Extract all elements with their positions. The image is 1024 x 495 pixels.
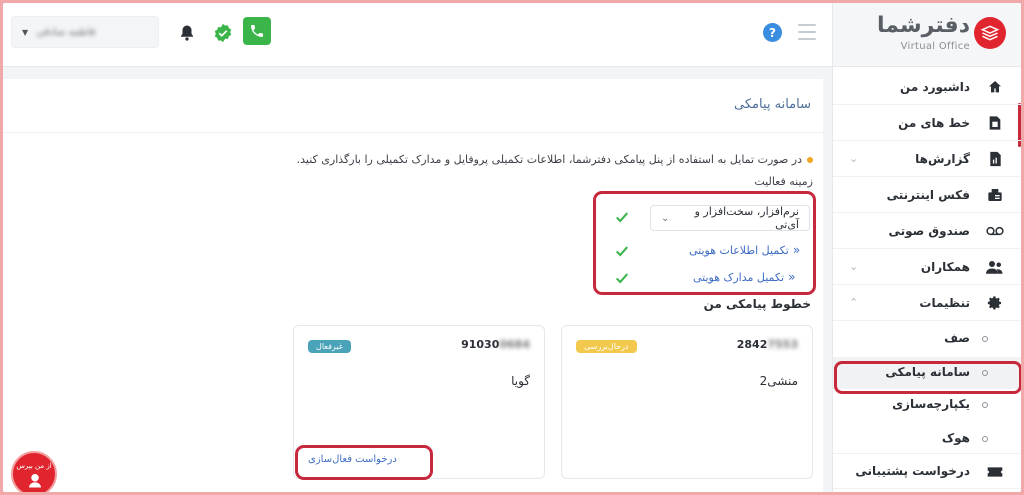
sidebar-item-label: گزارش‌ها <box>915 151 970 166</box>
help-button[interactable]: ? <box>763 23 782 42</box>
line-name: منشی2 <box>759 374 798 388</box>
user-name: فاطمه صادقی <box>36 26 96 38</box>
sidebar-item-settings[interactable]: تنظیمات ⌃ <box>833 285 1021 321</box>
caret-down-icon: ▼ <box>22 27 29 37</box>
sidebar-item-my-lines[interactable]: خط های من <box>833 105 1021 141</box>
sidebar-subitem-hook[interactable]: هوک <box>833 423 1021 455</box>
sidebar-item-reports[interactable]: گزارش‌ها ⌄ <box>833 141 1021 177</box>
sidebar-subitem-label: صف <box>944 331 970 345</box>
sidebar-item-dashboard[interactable]: داشبورد من <box>833 69 1021 105</box>
chevron-down-icon: ⌄ <box>849 152 859 165</box>
sidebar-item-support-request[interactable]: درخواست پشتیبانی <box>833 453 1021 489</box>
sim-card-icon <box>986 114 1004 132</box>
user-dropdown[interactable]: ▼ فاطمه صادقی <box>11 16 159 48</box>
logo-subtitle: Virtual Office <box>900 41 970 52</box>
warning-dot-icon <box>807 156 813 163</box>
logo-title: دفترشما <box>876 13 970 38</box>
page-title: سامانه پیامکی <box>734 97 811 112</box>
question-icon: ? <box>769 25 776 40</box>
status-badge: غیرفعال <box>308 340 351 353</box>
voicemail-icon <box>986 222 1004 240</box>
logo-area[interactable]: دفترشما Virtual Office <box>833 3 1021 67</box>
sidebar-subitem-label: یکپارچه‌سازی <box>892 397 970 411</box>
report-icon <box>986 150 1004 168</box>
line-number: 910300684 <box>461 338 530 351</box>
sidebar-item-label: درخواست پشتیبانی <box>855 464 970 478</box>
support-chat-button[interactable]: از من بپرس <box>11 451 57 492</box>
users-icon <box>986 258 1004 276</box>
sidebar-item-label: همکاران <box>920 259 970 274</box>
bullet-icon <box>982 436 988 442</box>
app-window: ▼ فاطمه صادقی ? دفترشما Virtual Office د… <box>3 3 1021 492</box>
activity-field-label: زمینه فعالیت <box>754 175 813 188</box>
sidebar-item-label: داشبورد من <box>900 79 970 94</box>
sms-line-card[interactable]: 28427553 درحال‌بررسی منشی2 <box>561 325 813 479</box>
home-icon <box>986 78 1004 96</box>
sidebar-item-label: فکس اینترنتی <box>886 187 970 202</box>
sms-lines-title: خطوط پیامکی من <box>703 297 811 311</box>
line-number: 28427553 <box>736 338 798 351</box>
sidebar-item-label: خط های من <box>898 115 970 130</box>
bell-icon[interactable] <box>178 23 196 43</box>
chevron-down-icon: ⌄ <box>849 260 859 273</box>
support-label: از من بپرس <box>16 462 52 470</box>
call-button[interactable] <box>243 17 271 45</box>
sidebar-item-fax[interactable]: فکس اینترنتی <box>833 177 1021 213</box>
hamburger-bar <box>798 38 816 40</box>
info-notice: در صورت تمایل به استفاده از پنل پیامکی د… <box>297 153 813 166</box>
highlight-frame <box>593 191 816 295</box>
sidebar-item-colleagues[interactable]: همکاران ⌄ <box>833 249 1021 285</box>
sidebar-item-label: تنظیمات <box>919 295 970 310</box>
menu-toggle-button[interactable] <box>798 24 816 40</box>
info-text: در صورت تمایل به استفاده از پنل پیامکی د… <box>296 153 802 166</box>
sidebar-item-voicemail[interactable]: صندوق صوتی <box>833 213 1021 249</box>
top-header: ▼ فاطمه صادقی ? <box>3 3 832 67</box>
highlight-frame <box>295 445 433 480</box>
hamburger-bar <box>798 24 816 26</box>
hamburger-bar <box>798 31 816 33</box>
phone-icon <box>251 25 263 37</box>
sidebar-subitem-queue[interactable]: صف <box>833 323 1021 355</box>
sidebar-subitem-label: هوک <box>941 431 970 445</box>
chevron-up-icon: ⌃ <box>849 296 859 309</box>
verified-badge-icon <box>214 23 232 43</box>
highlight-frame <box>834 361 1021 394</box>
sidebar: دفترشما Virtual Office داشبورد من خط های… <box>832 3 1021 492</box>
gear-icon <box>986 294 1004 312</box>
ticket-icon <box>986 463 1004 481</box>
bullet-icon <box>982 336 988 342</box>
sidebar-item-label: صندوق صوتی <box>888 223 970 238</box>
headset-icon <box>29 474 41 488</box>
line-name: گویا <box>511 374 530 388</box>
logo-icon <box>974 17 1006 49</box>
bullet-icon <box>982 402 988 408</box>
status-badge: درحال‌بررسی <box>576 340 637 353</box>
fax-icon <box>986 186 1004 204</box>
divider <box>3 132 823 133</box>
